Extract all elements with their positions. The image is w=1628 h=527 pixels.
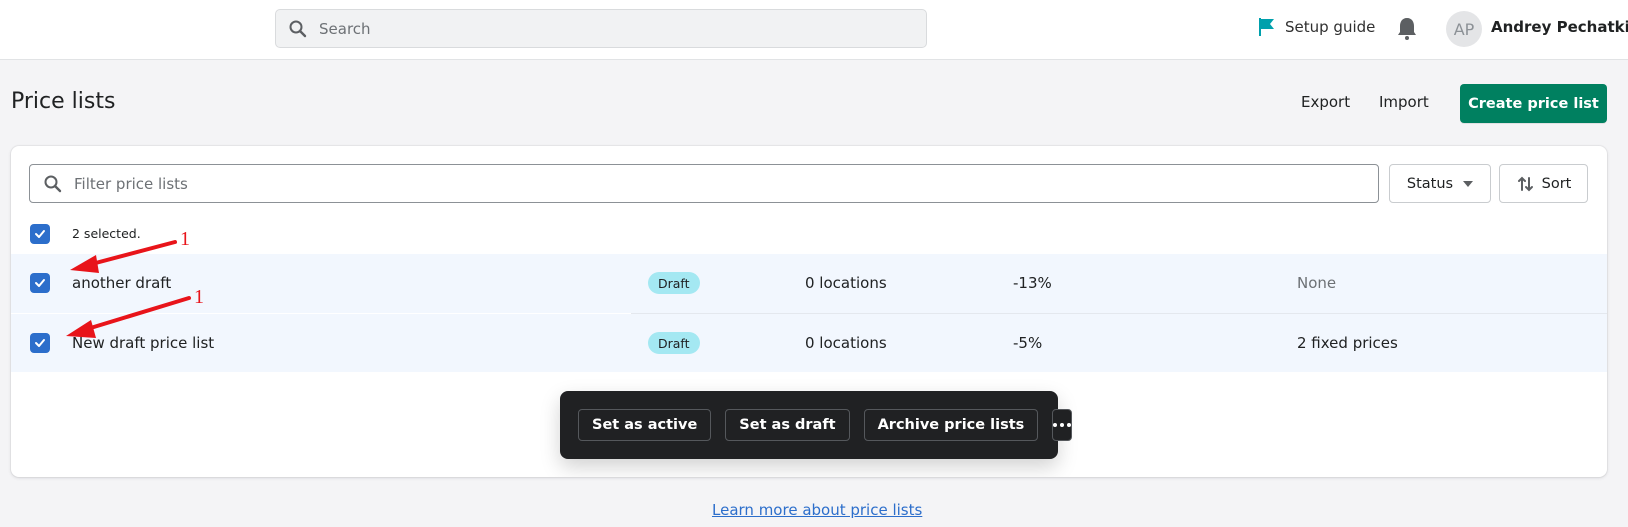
archive-price-lists-button[interactable]: Archive price lists (863, 409, 1039, 441)
adjustment-cell: -5% (1013, 334, 1043, 352)
flag-icon (1259, 18, 1274, 36)
selected-count: 2 selected. (72, 226, 141, 241)
page-title: Price lists (11, 89, 116, 114)
ellipsis-dot (1060, 423, 1065, 427)
learn-more-link[interactable]: Learn more about price lists (712, 501, 922, 519)
table-row[interactable]: New draft price list Draft 0 locations -… (11, 314, 1607, 372)
search-icon (289, 20, 307, 37)
setup-guide-button[interactable]: Setup guide (1258, 17, 1375, 37)
status-badge: Draft (648, 272, 700, 294)
sort-arrows-icon (1517, 176, 1533, 191)
set-as-draft-button[interactable]: Set as draft (725, 409, 850, 441)
bell-icon[interactable] (1396, 16, 1418, 42)
price-list-name[interactable]: New draft price list (72, 334, 214, 352)
more-actions-button[interactable] (1052, 409, 1073, 441)
locations-cell: 0 locations (805, 334, 887, 352)
search-placeholder: Search (319, 19, 371, 38)
row-checkbox[interactable] (30, 273, 50, 293)
annotation-number: 1 (180, 228, 190, 250)
locations-cell: 0 locations (805, 274, 887, 292)
adjustment-cell: -13% (1013, 274, 1052, 292)
search-icon (44, 175, 62, 192)
caret-down-icon (1463, 180, 1474, 187)
top-bar: Search Setup guide AP Andrey Pechatkin (0, 0, 1628, 60)
setup-guide-label: Setup guide (1285, 18, 1376, 36)
price-lists-card: Filter price lists Status Sort 2 selecte… (11, 146, 1607, 477)
checkmark-icon (35, 230, 45, 238)
avatar-initials: AP (1453, 19, 1475, 39)
status-badge: Draft (648, 332, 700, 354)
user-name[interactable]: Andrey Pechatkin (1491, 18, 1628, 36)
avatar[interactable]: AP (1446, 11, 1482, 47)
ellipsis-icon (1053, 423, 1058, 427)
status-filter-button[interactable]: Status (1389, 164, 1491, 203)
price-list-name[interactable]: another draft (72, 274, 171, 292)
set-as-active-button[interactable]: Set as active (578, 409, 712, 441)
annotation-number: 1 (194, 286, 204, 308)
sort-label: Sort (1541, 175, 1572, 192)
ellipsis-dot (1067, 423, 1072, 427)
create-price-list-button[interactable]: Create price list (1460, 84, 1607, 123)
import-button[interactable]: Import (1379, 93, 1429, 111)
status-label: Status (1406, 175, 1454, 192)
row-checkbox[interactable] (30, 333, 50, 353)
fixed-prices-cell: 2 fixed prices (1297, 334, 1398, 352)
sort-button[interactable]: Sort (1499, 164, 1588, 203)
table-row[interactable]: another draft Draft 0 locations -13% Non… (11, 254, 1607, 313)
global-search-input[interactable]: Search (275, 9, 927, 48)
checkmark-icon (35, 339, 45, 347)
bulk-action-bar: Set as active Set as draft Archive price… (560, 391, 1073, 459)
fixed-prices-cell: None (1297, 274, 1337, 292)
filter-price-lists-input[interactable]: Filter price lists (29, 164, 1379, 203)
checkmark-icon (35, 279, 45, 287)
export-button[interactable]: Export (1301, 93, 1350, 111)
filter-placeholder: Filter price lists (74, 174, 188, 193)
select-all-checkbox[interactable] (30, 224, 50, 244)
